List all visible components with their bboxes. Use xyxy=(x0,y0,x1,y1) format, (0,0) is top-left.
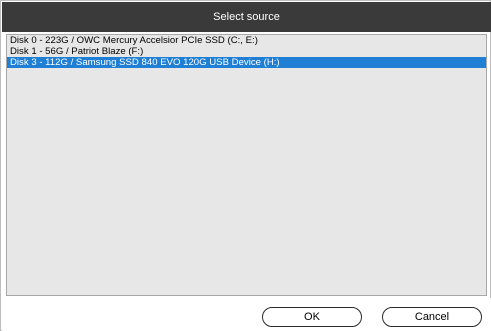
source-list-item[interactable]: Disk 0 - 223G / OWC Mercury Accelsior PC… xyxy=(7,35,486,46)
dialog-titlebar: Select source xyxy=(2,2,491,32)
ok-button[interactable]: OK xyxy=(262,307,362,327)
source-list-item-selected[interactable]: Disk 3 - 112G / Samsung SSD 840 EVO 120G… xyxy=(7,57,486,68)
source-list[interactable]: Disk 0 - 223G / OWC Mercury Accelsior PC… xyxy=(6,34,487,296)
select-source-dialog: Select source Disk 0 - 223G / OWC Mercur… xyxy=(0,0,491,331)
cancel-button[interactable]: Cancel xyxy=(382,307,482,327)
source-list-item[interactable]: Disk 1 - 56G / Patriot Blaze (F:) xyxy=(7,46,486,57)
dialog-footer: OK Cancel xyxy=(2,298,491,331)
dialog-title: Select source xyxy=(213,11,280,23)
